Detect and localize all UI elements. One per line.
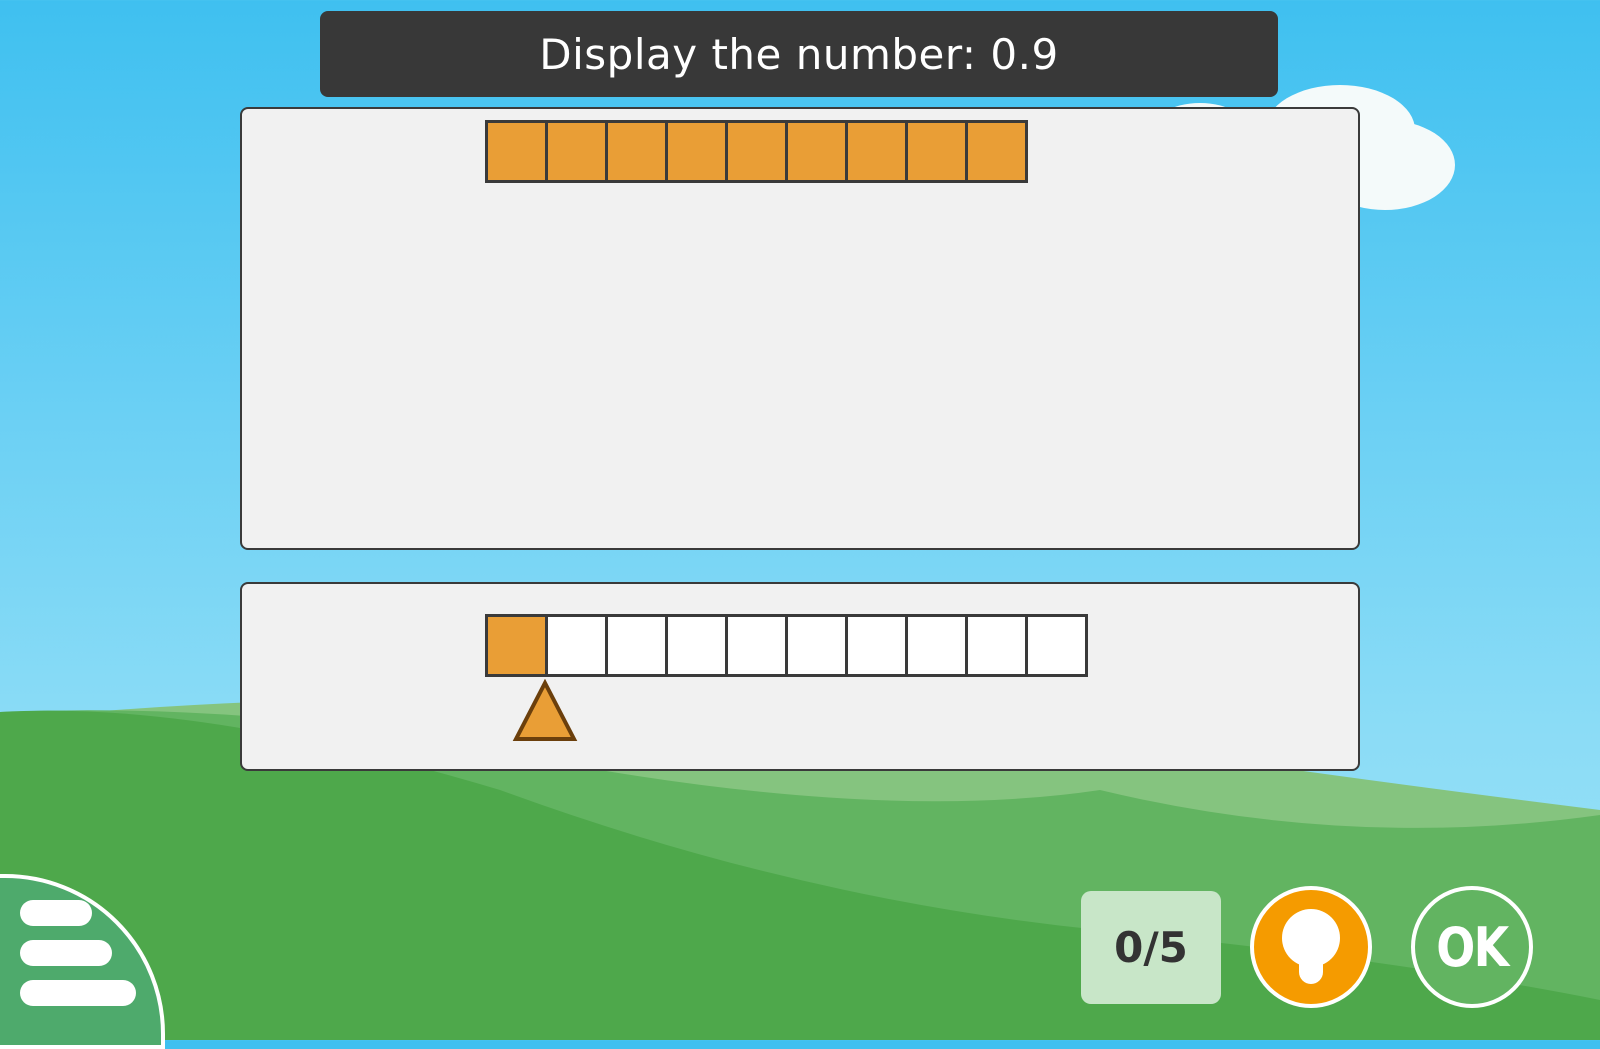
display-strip-cell — [485, 120, 548, 183]
input-strip-cell[interactable] — [845, 614, 908, 677]
hint-button[interactable] — [1250, 886, 1372, 1008]
question-text: Display the number: 0.9 — [539, 29, 1059, 79]
input-strip-cell[interactable] — [545, 614, 608, 677]
display-strip-cell — [545, 120, 608, 183]
ok-button[interactable]: OK — [1411, 886, 1533, 1008]
display-strip-cell — [725, 120, 788, 183]
input-strip-cell[interactable] — [485, 614, 548, 677]
question-bar: Display the number: 0.9 — [320, 11, 1278, 97]
input-strip-cell[interactable] — [785, 614, 848, 677]
display-tenths-strip — [485, 120, 1028, 183]
input-strip-cell[interactable] — [905, 614, 968, 677]
display-panel — [240, 107, 1360, 550]
display-strip-cell — [965, 120, 1028, 183]
ok-button-label: OK — [1436, 915, 1509, 979]
score-counter: 0/5 — [1081, 891, 1221, 1004]
input-strip-cell[interactable] — [665, 614, 728, 677]
menu-icon-line — [20, 980, 136, 1006]
menu-icon-line — [20, 940, 112, 966]
display-strip-cell — [665, 120, 728, 183]
menu-icon-line — [20, 900, 92, 926]
input-strip-cell[interactable] — [605, 614, 668, 677]
display-strip-cell — [785, 120, 848, 183]
lightbulb-icon — [1282, 909, 1340, 984]
input-strip-cell[interactable] — [725, 614, 788, 677]
game-scene: Display the number: 0.9 0/5 OK — [0, 0, 1600, 1049]
input-strip-cell[interactable] — [1025, 614, 1088, 677]
triangle-slider-handle[interactable] — [512, 679, 578, 743]
display-strip-cell — [845, 120, 908, 183]
input-tenths-strip[interactable] — [485, 614, 1088, 677]
input-strip-cell[interactable] — [965, 614, 1028, 677]
input-panel — [240, 582, 1360, 771]
display-strip-cell — [605, 120, 668, 183]
display-strip-cell — [905, 120, 968, 183]
score-text: 0/5 — [1114, 923, 1188, 972]
